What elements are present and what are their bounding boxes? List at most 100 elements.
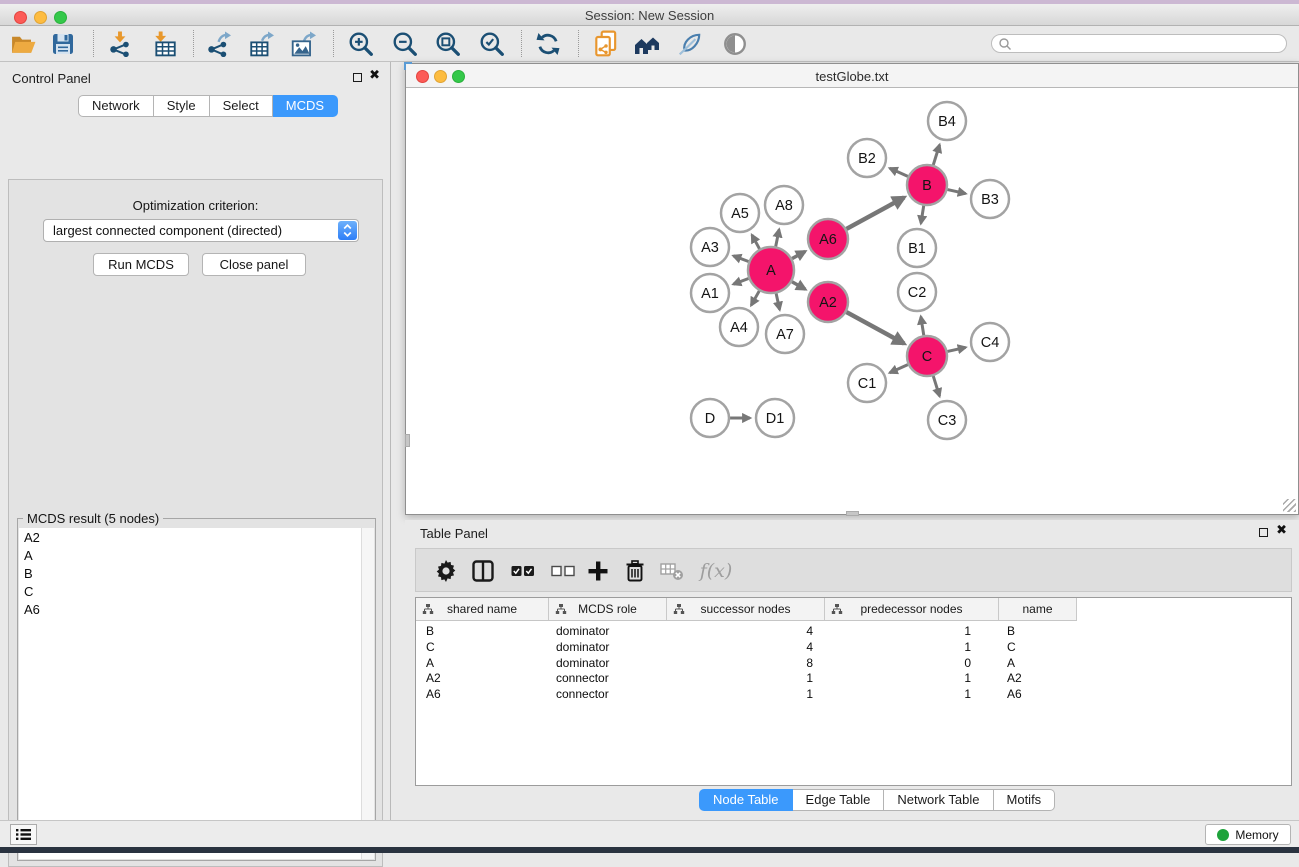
edge-B-B3[interactable]: [947, 190, 965, 194]
duplicate-network-icon[interactable]: [589, 29, 623, 59]
delete-table-icon[interactable]: [656, 556, 688, 586]
column-header-name[interactable]: name: [999, 598, 1077, 620]
open-session-icon[interactable]: [6, 29, 40, 59]
edge-C-C4[interactable]: [947, 347, 965, 351]
edge-A2-C[interactable]: [846, 312, 904, 343]
show-hide-eye-icon[interactable]: [718, 29, 752, 59]
tab-motifs[interactable]: Motifs: [994, 789, 1056, 811]
node-label-C1: C1: [858, 376, 877, 392]
edge-B-B2[interactable]: [890, 168, 908, 176]
import-network-icon[interactable]: [103, 29, 137, 59]
save-session-icon[interactable]: [46, 29, 80, 59]
tab-mcds[interactable]: MCDS: [273, 95, 338, 117]
result-list-item[interactable]: B: [19, 564, 374, 582]
search-input[interactable]: [1012, 37, 1272, 51]
column-header-successor-nodes[interactable]: successor nodes: [667, 598, 825, 620]
function-builder-icon[interactable]: f(x): [694, 556, 738, 586]
result-list-item[interactable]: A: [19, 546, 374, 564]
table-row[interactable]: Adominator80A: [416, 655, 1291, 671]
close-panel-icon[interactable]: ✖: [369, 67, 380, 83]
tab-network-table[interactable]: Network Table: [884, 789, 993, 811]
edge-B-B4[interactable]: [933, 145, 939, 165]
export-network-icon[interactable]: [201, 29, 235, 59]
cell-MCDS-role: connector: [556, 687, 609, 701]
edge-A-A7[interactable]: [776, 293, 780, 309]
vertical-scroll-notch[interactable]: [405, 434, 410, 447]
mcds-result-list[interactable]: A2ABCA6: [19, 528, 374, 859]
edge-C-C1[interactable]: [890, 365, 908, 373]
zoom-fit-icon[interactable]: [431, 29, 465, 59]
tab-network[interactable]: Network: [78, 95, 154, 117]
edge-A-A5[interactable]: [752, 235, 760, 249]
memory-button[interactable]: Memory: [1205, 824, 1291, 845]
add-icon[interactable]: [582, 556, 614, 586]
run-mcds-button[interactable]: Run MCDS: [93, 253, 189, 276]
table-row[interactable]: A6connector11A6: [416, 686, 1291, 702]
result-list-scrollbar[interactable]: [361, 528, 374, 859]
result-list-item[interactable]: A2: [19, 528, 374, 546]
close-panel-button[interactable]: Close panel: [202, 253, 306, 276]
edge-A-A2[interactable]: [792, 282, 805, 290]
edge-B-B1[interactable]: [921, 206, 924, 224]
node-table-body: Bdominator41BCdominator41CAdominator80AA…: [416, 623, 1291, 785]
import-table-icon[interactable]: [148, 29, 182, 59]
control-panel-tabs: NetworkStyleSelectMCDS: [78, 95, 338, 117]
deselect-all-icon[interactable]: [547, 556, 579, 586]
hierarchy-icon: [673, 603, 685, 615]
search-field[interactable]: [991, 34, 1287, 53]
control-panel-title: Control Panel: [12, 71, 91, 86]
toolbar-separator: [93, 30, 94, 57]
network-graph[interactable]: B4B2BB3A5A8A6B1A3AC2A1A2A4A7C4CC1C3DD1: [406, 88, 1298, 513]
cell-predecessor-nodes: 0: [825, 656, 971, 670]
delete-trash-icon[interactable]: [619, 556, 651, 586]
network-canvas[interactable]: B4B2BB3A5A8A6B1A3AC2A1A2A4A7C4CC1C3DD1: [406, 88, 1298, 514]
node-label-C4: C4: [981, 335, 1000, 351]
column-header-MCDS-role[interactable]: MCDS role: [549, 598, 667, 620]
style-painter-icon[interactable]: [673, 29, 707, 59]
edge-A-A3[interactable]: [733, 256, 748, 262]
edge-A-A4[interactable]: [751, 291, 759, 305]
cell-predecessor-nodes: 1: [825, 687, 971, 701]
node-table[interactable]: shared nameMCDS rolesuccessor nodesprede…: [415, 597, 1292, 786]
column-header-predecessor-nodes[interactable]: predecessor nodes: [825, 598, 999, 620]
columns-icon[interactable]: [467, 556, 499, 586]
table-row[interactable]: A2connector11A2: [416, 670, 1291, 686]
cell-name: A2: [1007, 671, 1022, 685]
zoom-selected-icon[interactable]: [475, 29, 509, 59]
optimization-criterion-dropdown[interactable]: largest connected component (directed): [43, 219, 359, 242]
table-row[interactable]: Cdominator41C: [416, 639, 1291, 655]
result-list-item[interactable]: C: [19, 582, 374, 600]
node-label-D1: D1: [766, 411, 785, 427]
refresh-icon[interactable]: [531, 29, 565, 59]
export-table-icon[interactable]: [244, 29, 278, 59]
settings-gear-icon[interactable]: [430, 556, 462, 586]
tab-node-table[interactable]: Node Table: [699, 789, 793, 811]
table-close-panel-icon[interactable]: ✖: [1276, 522, 1287, 538]
cell-shared-name: C: [426, 640, 435, 654]
table-float-panel-icon[interactable]: [1259, 528, 1268, 537]
table-row[interactable]: Bdominator41B: [416, 623, 1291, 639]
column-header-shared-name[interactable]: shared name: [416, 598, 549, 620]
zoom-in-icon[interactable]: [344, 29, 378, 59]
edge-A6-B[interactable]: [846, 197, 904, 228]
tab-edge-table[interactable]: Edge Table: [793, 789, 885, 811]
edge-A-A8[interactable]: [776, 230, 779, 247]
float-panel-icon[interactable]: [353, 73, 362, 82]
export-image-icon[interactable]: [286, 29, 320, 59]
edge-C-C3[interactable]: [933, 376, 939, 396]
edge-C-C2[interactable]: [921, 317, 924, 336]
result-list-item[interactable]: A6: [19, 600, 374, 618]
edge-A-A1[interactable]: [733, 278, 748, 284]
first-neighbors-icon[interactable]: [630, 29, 664, 59]
tab-select[interactable]: Select: [210, 95, 273, 117]
toolbar-separator: [193, 30, 194, 57]
zoom-out-icon[interactable]: [388, 29, 422, 59]
edge-A-A6[interactable]: [792, 251, 805, 258]
horizontal-scroll-notch[interactable]: [846, 511, 859, 516]
cell-shared-name: A6: [426, 687, 441, 701]
node-label-B: B: [922, 178, 932, 194]
select-all-icon[interactable]: [507, 556, 539, 586]
window-resize-grip[interactable]: [1283, 499, 1296, 512]
tab-style[interactable]: Style: [154, 95, 210, 117]
panel-list-button[interactable]: [10, 824, 37, 845]
